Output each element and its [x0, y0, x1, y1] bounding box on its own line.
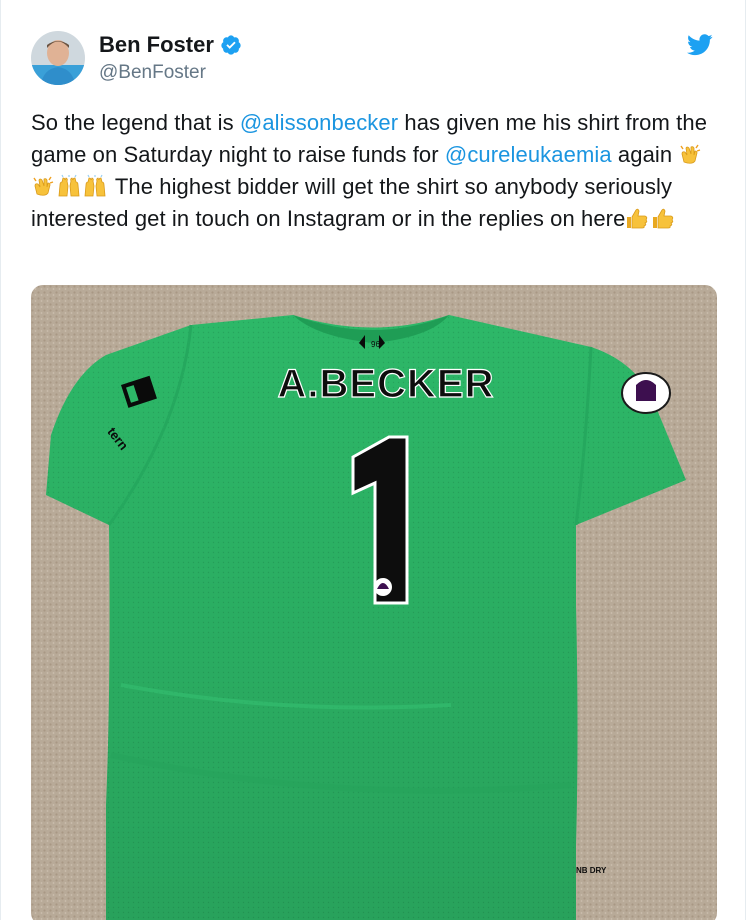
tweet-text-part: again [611, 142, 679, 167]
raising-hands-icon [83, 174, 107, 198]
shirt-name-text: A.BECKER [278, 362, 495, 406]
thumbs-up-icon [651, 206, 675, 230]
sleeve-badge-icon [621, 372, 671, 414]
shirt-photo: tern 96 A.BECKER NB DRY [31, 285, 717, 920]
mention-link[interactable]: @alissonbecker [240, 110, 398, 135]
mention-link[interactable]: @cureleukaemia [445, 142, 612, 167]
tweet-media-photo[interactable]: tern 96 A.BECKER NB DRY [31, 285, 717, 920]
clapping-hands-icon [31, 174, 55, 198]
tweet-text-part: The highest bidder will get the shirt so… [31, 174, 673, 231]
raising-hands-icon [57, 174, 81, 198]
shirt-tag-text: NB DRY [576, 866, 607, 875]
display-name-row: Ben Foster [99, 32, 242, 58]
tweet-card: Ben Foster @BenFoster So the legend that… [0, 0, 746, 920]
premier-league-badge-icon [374, 578, 392, 596]
tweet-header: Ben Foster @BenFoster [31, 28, 242, 88]
twitter-bird-icon[interactable] [687, 34, 713, 56]
verified-badge-icon [220, 34, 242, 56]
thumbs-up-icon [625, 206, 649, 230]
avatar-image [31, 31, 85, 85]
clapping-hands-icon [678, 142, 702, 166]
display-name[interactable]: Ben Foster [99, 32, 214, 58]
author-names: Ben Foster @BenFoster [99, 32, 242, 84]
author-handle[interactable]: @BenFoster [99, 62, 242, 84]
tweet-text-part: So the legend that is [31, 110, 240, 135]
avatar[interactable] [31, 31, 85, 85]
tweet-text: So the legend that is @alissonbecker has… [31, 107, 721, 235]
